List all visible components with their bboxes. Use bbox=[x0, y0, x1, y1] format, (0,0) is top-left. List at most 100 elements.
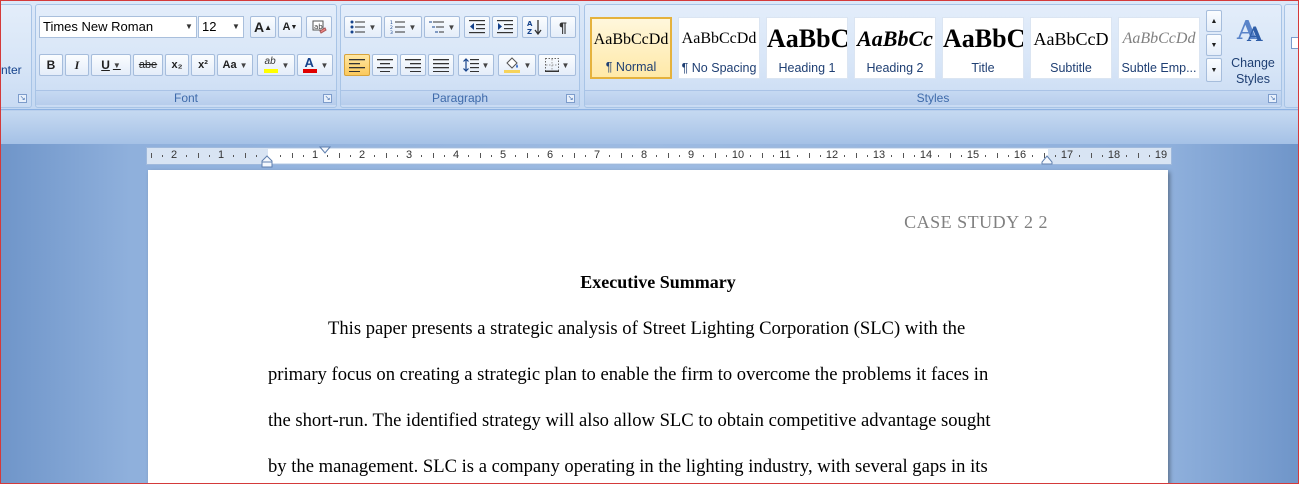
gallery-more-button[interactable]: ▼ bbox=[1206, 58, 1222, 82]
ruler-number: 9 bbox=[687, 149, 695, 161]
bold-label: B bbox=[46, 58, 56, 72]
ruler-tick bbox=[1102, 155, 1104, 157]
chevron-down-icon[interactable]: ▼ bbox=[231, 17, 241, 37]
paragraph-line: by the management. SLC is a company oper… bbox=[268, 456, 988, 477]
styles-dialog-launcher-icon[interactable]: ↘ bbox=[1268, 94, 1277, 103]
style-sample-text: AaBbCcDd bbox=[593, 31, 669, 48]
borders-icon bbox=[544, 58, 559, 72]
font-dialog-launcher-icon[interactable]: ↘ bbox=[323, 94, 332, 103]
superscript-button[interactable]: x² bbox=[191, 54, 215, 76]
align-center-button[interactable] bbox=[372, 54, 398, 76]
clear-formatting-button[interactable]: ab bbox=[306, 16, 332, 38]
font-name-combo[interactable]: Times New Roman ▼ bbox=[39, 16, 197, 38]
ruler-tick bbox=[820, 155, 822, 157]
multilevel-list-button[interactable]: ▼ bbox=[424, 16, 460, 38]
font-color-icon: A bbox=[302, 55, 318, 74]
bold-button[interactable]: B bbox=[39, 54, 63, 76]
clipboard-launcher-icon[interactable]: ↘ bbox=[18, 94, 27, 103]
shrink-font-button[interactable]: A ▼ bbox=[278, 16, 302, 38]
chevron-down-icon[interactable]: ▼ bbox=[409, 23, 417, 32]
style-title[interactable]: AaBbC Title bbox=[942, 17, 1024, 79]
numbering-button[interactable]: 123 ▼ bbox=[384, 16, 422, 38]
justify-button[interactable] bbox=[428, 54, 454, 76]
shading-button[interactable]: ▼ bbox=[498, 54, 536, 76]
ruler-tick bbox=[632, 155, 634, 157]
chevron-down-icon[interactable]: ▼ bbox=[184, 17, 194, 37]
chevron-down-icon[interactable]: ▼ bbox=[524, 61, 532, 70]
change-case-button[interactable]: Aa ▼ bbox=[217, 54, 253, 76]
ruler-tick bbox=[667, 153, 669, 158]
style-sample-text: AaBbCcD bbox=[1033, 29, 1109, 49]
decrease-indent-button[interactable] bbox=[464, 16, 490, 38]
bullets-icon bbox=[350, 20, 365, 34]
numbering-icon: 123 bbox=[390, 20, 405, 34]
svg-text:A: A bbox=[527, 20, 533, 28]
chevron-down-icon[interactable]: ▼ bbox=[282, 61, 290, 70]
style-no-spacing[interactable]: AaBbCcDd ¶ No Spacing bbox=[678, 17, 760, 79]
ruler-number: 16 bbox=[1013, 149, 1027, 161]
document-page[interactable]: CASE STUDY 2 2 Executive Summary This pa… bbox=[148, 170, 1168, 484]
increase-indent-button[interactable] bbox=[492, 16, 518, 38]
chevron-down-icon[interactable]: ▼ bbox=[369, 23, 377, 32]
ruler-tick bbox=[1149, 155, 1151, 157]
chevron-down-icon[interactable]: ▼ bbox=[482, 61, 490, 70]
style-subtitle[interactable]: AaBbCcD Subtitle bbox=[1030, 17, 1112, 79]
svg-text:3: 3 bbox=[390, 30, 393, 34]
highlighter-icon: ab bbox=[263, 56, 279, 74]
chevron-down-icon[interactable]: ▼ bbox=[562, 61, 570, 70]
underline-button[interactable]: U ▼ bbox=[91, 54, 131, 76]
chevron-down-icon[interactable]: ▼ bbox=[240, 61, 248, 70]
style-name-label: ¶ Normal bbox=[605, 60, 657, 74]
clipped-icon[interactable] bbox=[1291, 37, 1299, 49]
styles-group-label: Styles bbox=[585, 90, 1281, 105]
align-left-button[interactable] bbox=[344, 54, 370, 76]
ruler-tick bbox=[467, 155, 469, 157]
paragraph-group: ▼ 123 ▼ ▼ AZ ¶ ▼ ▼ ▼ Paragraph ↘ bbox=[340, 4, 580, 108]
sort-button[interactable]: AZ bbox=[522, 16, 548, 38]
ruler-tick bbox=[984, 155, 986, 157]
ruler-tick bbox=[608, 155, 610, 157]
paragraph-line: primary focus on creating a strategic pl… bbox=[268, 364, 989, 385]
ruler-tick bbox=[209, 155, 211, 157]
right-indent-marker-icon[interactable] bbox=[1041, 155, 1053, 165]
highlight-button[interactable]: ab ▼ bbox=[257, 54, 295, 76]
change-styles-label: Change Styles bbox=[1231, 56, 1275, 86]
align-right-button[interactable] bbox=[400, 54, 426, 76]
gallery-scroll-up-button[interactable]: ▲ bbox=[1206, 10, 1222, 32]
font-size-combo[interactable]: 12 ▼ bbox=[198, 16, 244, 38]
chevron-down-icon[interactable]: ▼ bbox=[321, 61, 329, 70]
show-formatting-marks-button[interactable]: ¶ bbox=[550, 16, 576, 38]
font-size-value: 12 bbox=[202, 19, 217, 34]
ruler-tick bbox=[890, 155, 892, 157]
chevron-down-icon[interactable]: ▼ bbox=[113, 61, 121, 70]
chevron-down-icon: ▼ bbox=[1210, 41, 1218, 49]
font-color-button[interactable]: A ▼ bbox=[297, 54, 333, 76]
chevron-down-icon[interactable]: ▼ bbox=[448, 23, 456, 32]
hanging-indent-marker-icon[interactable] bbox=[261, 155, 273, 168]
borders-button[interactable]: ▼ bbox=[538, 54, 576, 76]
style-heading-2[interactable]: AaBbCc Heading 2 bbox=[854, 17, 936, 79]
first-line-indent-marker-icon[interactable] bbox=[319, 146, 331, 155]
ruler-tick bbox=[1090, 153, 1092, 158]
svg-text:Z: Z bbox=[527, 28, 532, 35]
gallery-scroll-down-button[interactable]: ▼ bbox=[1206, 34, 1222, 56]
grow-font-button[interactable]: A ▲ bbox=[250, 16, 276, 38]
paragraph-dialog-launcher-icon[interactable]: ↘ bbox=[566, 94, 575, 103]
style-subtle-emphasis[interactable]: AaBbCcDd Subtle Emp... bbox=[1118, 17, 1200, 79]
ruler-tick bbox=[773, 155, 775, 157]
line-spacing-button[interactable]: ▼ bbox=[458, 54, 494, 76]
ruler-tick bbox=[232, 155, 234, 157]
style-normal[interactable]: AaBbCcDd ¶ Normal bbox=[590, 17, 672, 79]
ruler-tick bbox=[279, 155, 281, 157]
strikethrough-button[interactable]: abe bbox=[133, 54, 163, 76]
clipped-button-label[interactable]: nter bbox=[1, 63, 22, 77]
styles-group: AaBbCcDd ¶ Normal AaBbCcDd ¶ No Spacing … bbox=[584, 4, 1282, 108]
change-styles-button[interactable]: A A Change Styles bbox=[1227, 9, 1279, 89]
ruler-tick bbox=[444, 155, 446, 157]
bullets-button[interactable]: ▼ bbox=[344, 16, 382, 38]
subscript-button[interactable]: x₂ bbox=[165, 54, 189, 76]
horizontal-ruler[interactable]: 2 1 1 2 3 4 5 6 7 8 9 10 11 12 13 14 15 16 17 18 19 bbox=[146, 146, 1172, 168]
style-heading-1[interactable]: AaBbC Heading 1 bbox=[766, 17, 848, 79]
ruler-tick bbox=[303, 155, 305, 157]
italic-button[interactable]: I bbox=[65, 54, 89, 76]
